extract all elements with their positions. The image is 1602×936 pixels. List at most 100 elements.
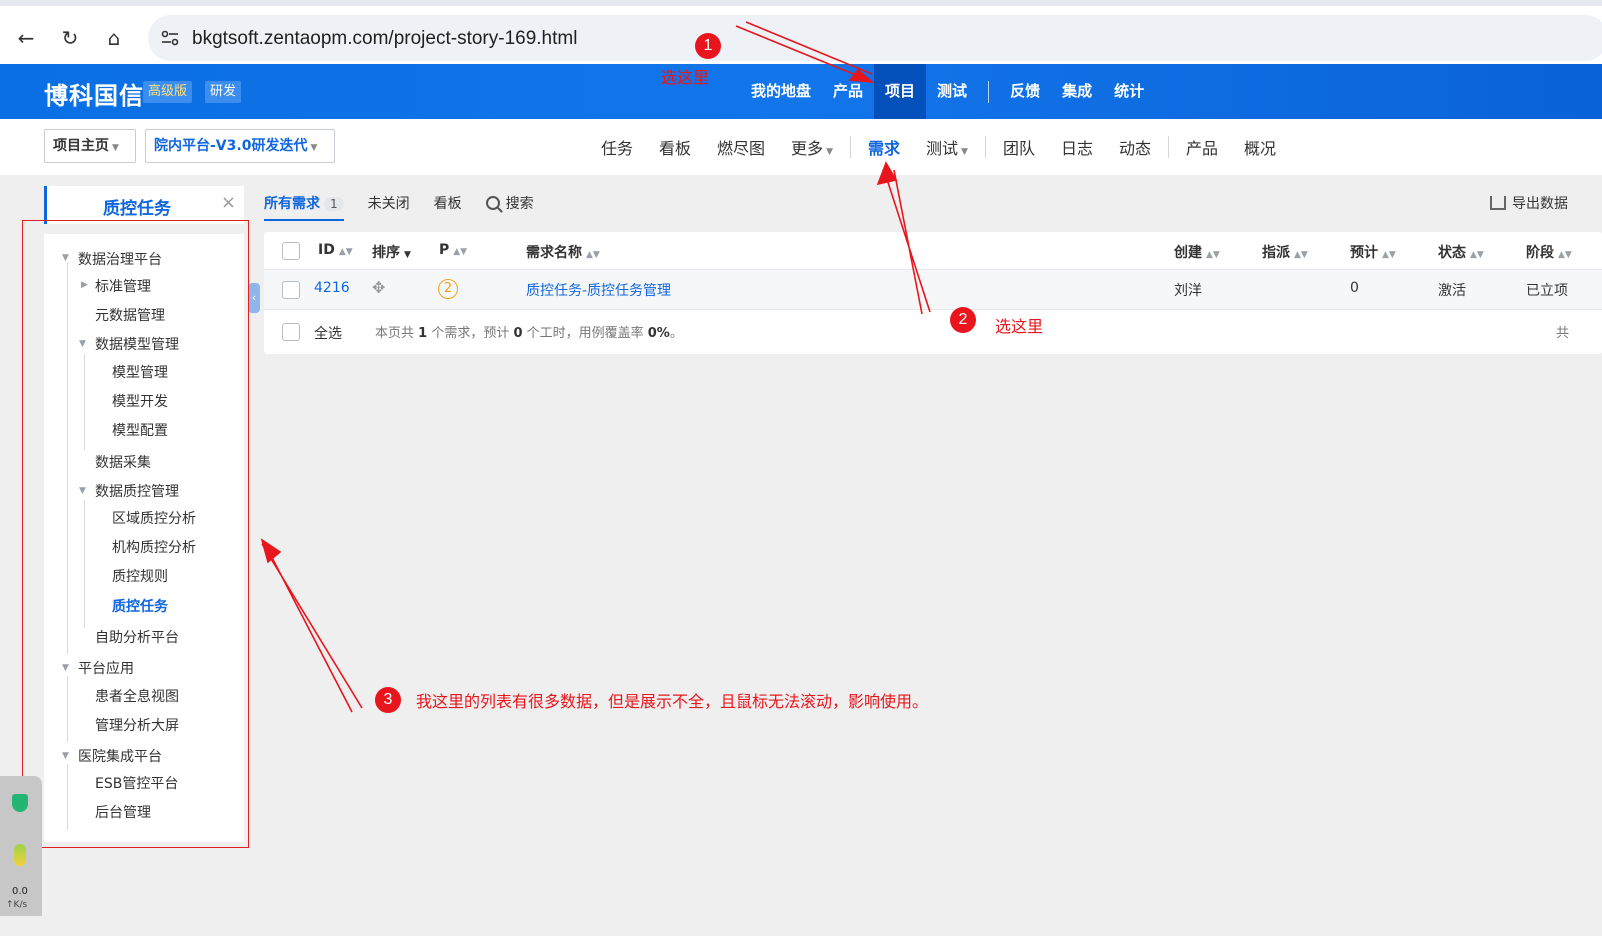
sort-icon: ▲▼: [453, 247, 468, 257]
summary-end: 。: [669, 326, 683, 341]
chevron-down-icon: ▼: [310, 143, 318, 153]
column-stage-label: 阶段: [1526, 245, 1554, 261]
subnav-divider: [1167, 136, 1169, 158]
menu-my[interactable]: 我的地盘: [740, 64, 822, 119]
column-status-label: 状态: [1438, 245, 1466, 261]
menu-product[interactable]: 产品: [822, 64, 874, 119]
column-header-priority[interactable]: P ▲▼: [439, 242, 467, 258]
tab-test[interactable]: 测试 ▼: [913, 135, 981, 159]
column-order-label: 排序: [372, 245, 400, 261]
shield-icon: [12, 794, 28, 812]
tab-overview[interactable]: 概况: [1231, 135, 1289, 159]
drag-move-icon[interactable]: ✥: [372, 278, 385, 297]
edition-badge: 高级版: [143, 81, 193, 103]
annotation-text-3: 我这里的列表有很多数据，但是展示不全，且鼠标无法滚动，影响使用。: [416, 692, 929, 711]
annotation-marker-2: 2: [950, 307, 976, 333]
address-bar[interactable]: bkgtsoft.zentaopm.com/project-story-169.…: [148, 15, 1602, 61]
menu-test[interactable]: 测试: [926, 64, 978, 119]
network-speed-widget[interactable]: 0.0 ↑K/s: [0, 776, 42, 916]
column-header-order[interactable]: 排序 ▼: [372, 242, 411, 262]
annotation-arrow-3: [261, 543, 363, 713]
menu-integration[interactable]: 集成: [1051, 64, 1103, 119]
tab-team[interactable]: 团队: [990, 135, 1048, 159]
stage-cell: 已立项: [1526, 283, 1568, 299]
sort-icon: ▲▼: [1558, 250, 1572, 260]
export-icon: [1490, 196, 1506, 210]
header-checkbox[interactable]: [282, 242, 300, 260]
story-table: ID ▲▼ 排序 ▼ P ▲▼ 需求名称 ▲▼ 创建 ▲▼ 指派 ▲▼ 预计 ▲▼ 状态 ▲▼ …: [264, 232, 1602, 354]
story-id-link[interactable]: 4216: [314, 280, 350, 296]
column-creator-label: 创建: [1174, 245, 1202, 261]
tab-story[interactable]: 需求: [855, 135, 913, 159]
filter-all-stories[interactable]: 所有需求 1: [264, 193, 344, 221]
module-tab[interactable]: 质控任务 ×: [44, 186, 244, 224]
app-header: 博科国信 高级版 研发 我的地盘 产品 项目 测试 反馈 集成 统计: [0, 64, 1602, 119]
reload-icon[interactable]: ↻: [56, 24, 84, 52]
project-menu: 任务 看板 燃尽图 更多 ▼ 需求 测试 ▼ 团队 日志 动态 产品 概况: [588, 119, 1289, 175]
tab-log[interactable]: 日志: [1048, 135, 1106, 159]
summary-prefix: 本页共: [375, 326, 419, 341]
column-pri-label: P: [439, 242, 450, 258]
column-header-assignee[interactable]: 指派 ▲▼: [1262, 242, 1308, 262]
table-row[interactable]: 4216 ✥ 2 质控任务-质控任务管理 刘洋 0 激活 已立项: [264, 270, 1602, 310]
menu-statistics[interactable]: 统计: [1103, 64, 1155, 119]
summary-mid: 个需求，预计: [427, 326, 514, 341]
menu-project[interactable]: 项目: [874, 64, 927, 119]
tab-kanban[interactable]: 看板: [646, 135, 704, 159]
back-icon[interactable]: ←: [12, 24, 40, 52]
sort-icon: ▲▼: [1294, 250, 1308, 260]
filter-unclosed[interactable]: 未关闭: [368, 193, 410, 213]
menu-feedback[interactable]: 反馈: [999, 64, 1051, 119]
speed-meter-icon: [14, 844, 26, 866]
tab-product[interactable]: 产品: [1173, 135, 1231, 159]
story-count-badge: 1: [324, 197, 344, 211]
summary-count: 1: [418, 326, 428, 341]
tab-burndown[interactable]: 燃尽图: [704, 135, 778, 159]
sort-icon: ▲▼: [1470, 250, 1484, 260]
page-summary: 本页共 1 个需求，预计 0 个工时，用例覆盖率 0%。: [375, 322, 683, 341]
tab-more[interactable]: 更多 ▼: [778, 135, 846, 159]
filter-kanban[interactable]: 看板: [434, 193, 462, 213]
tab-task[interactable]: 任务: [588, 135, 646, 159]
annotation-text-1: 选这里: [661, 68, 710, 87]
sidebar-collapse-handle[interactable]: ‹: [248, 283, 260, 313]
priority-badge: 2: [438, 279, 458, 299]
home-icon[interactable]: ⌂: [100, 24, 128, 52]
filter-all-label: 所有需求: [264, 196, 320, 212]
status-cell: 激活: [1438, 283, 1466, 299]
sort-icon: ▲▼: [1382, 250, 1396, 260]
subnav-divider: [849, 136, 851, 158]
network-speed-unit: ↑K/s: [6, 900, 28, 910]
close-icon[interactable]: ×: [221, 192, 236, 213]
select-all-checkbox[interactable]: [282, 323, 300, 341]
summary-mid2: 个工时，用例覆盖率: [522, 326, 648, 341]
story-name-link[interactable]: 质控任务-质控任务管理: [526, 280, 671, 300]
select-all-label[interactable]: 全选: [314, 323, 342, 343]
breadcrumb-iteration[interactable]: 院内平台-V3.0研发迭代 ▼: [145, 129, 335, 163]
site-settings-icon[interactable]: [158, 26, 182, 50]
sort-icon: ▲▼: [338, 247, 353, 257]
row-checkbox[interactable]: [282, 281, 300, 299]
column-header-id[interactable]: ID ▲▼: [318, 242, 353, 258]
brand-logo[interactable]: 博科国信: [44, 76, 144, 111]
filter-bar: 所有需求 1 未关闭 看板 搜索: [264, 186, 558, 221]
search-button[interactable]: 搜索: [485, 193, 534, 213]
priority-value: 2: [438, 279, 458, 299]
summary-hours: 0: [513, 326, 523, 341]
column-header-stage[interactable]: 阶段 ▲▼: [1526, 242, 1572, 262]
network-speed-value: 0.0: [12, 886, 28, 897]
export-button[interactable]: 导出数据: [1490, 193, 1568, 213]
column-header-creator[interactable]: 创建 ▲▼: [1174, 242, 1220, 262]
tab-dynamic[interactable]: 动态: [1106, 135, 1164, 159]
pager-total: 共: [1556, 326, 1570, 341]
sub-nav: 项目主页 ▼ 院内平台-V3.0研发迭代 ▼ 任务 看板 燃尽图 更多 ▼ 需求 测试…: [0, 119, 1602, 175]
column-header-status[interactable]: 状态 ▲▼: [1438, 242, 1484, 262]
search-label: 搜索: [505, 196, 534, 212]
subnav-divider: [984, 136, 986, 158]
breadcrumb-project-home[interactable]: 项目主页 ▼: [44, 129, 136, 163]
table-header: ID ▲▼ 排序 ▼ P ▲▼ 需求名称 ▲▼ 创建 ▲▼ 指派 ▲▼ 预计 ▲▼ 状态 ▲▼ …: [264, 232, 1602, 270]
url-text[interactable]: bkgtsoft.zentaopm.com/project-story-169.…: [192, 28, 577, 50]
column-header-name[interactable]: 需求名称 ▲▼: [526, 242, 600, 262]
column-header-estimate[interactable]: 预计 ▲▼: [1350, 242, 1396, 262]
column-estimate-label: 预计: [1350, 245, 1378, 261]
